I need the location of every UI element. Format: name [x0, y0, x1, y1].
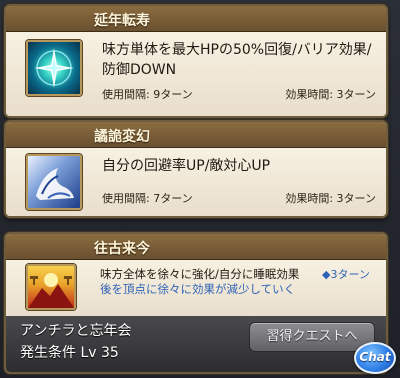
skill-card-1: 延年転寿 味方単体を最大HPの50%回復/バリア効果/ 防御DOWN 使用間隔:… — [4, 4, 388, 118]
skill-meta: 使用間隔: 7ターン 効果時間: 3ターン — [102, 190, 382, 208]
skill-card-body: 味方全体を徐々に強化/自分に睡眠効果 ◆3ターン 後を頂点に徐々に効果が減少して… — [6, 260, 386, 316]
skill-card-header: 譎詭変幻 — [6, 122, 386, 148]
turns-label: ◆3ターン — [322, 268, 370, 281]
skill-card-header: 延年転寿 — [6, 6, 386, 32]
quest-name: アンチラと忘年会 — [20, 323, 132, 339]
skill-description-line-2: 防御DOWN — [102, 62, 177, 78]
skill-card-header: 往古来今 — [6, 234, 386, 260]
skill-meta: 使用間隔: 9ターン 効果時間: 3ターン — [102, 86, 382, 104]
skill-title: 延年転寿 — [94, 13, 150, 29]
sparkle-star-icon — [26, 40, 82, 96]
skill-card-2: 譎詭変幻 自分の回避率UP/敵対心UP 使用間隔: 7ターン 効果時間: 3ター… — [4, 120, 388, 218]
skill-description-line-1: 味方単体を最大HPの50%回復/バリア効果/ — [102, 42, 372, 58]
cooldown-label: 使用間隔: 9ターン — [102, 88, 193, 101]
sunset-mountain-icon — [26, 264, 76, 310]
skill-description-line-2: 後を頂点に徐々に効果が減少していく — [100, 282, 296, 296]
duration-label: 効果時間: 3ターン — [285, 192, 376, 205]
skill-description: 味方単体を最大HPの50%回復/バリア効果/ 防御DOWN — [102, 40, 382, 80]
sunset-mountain-icon-graphic — [28, 273, 74, 308]
skill-title: 往古来今 — [94, 241, 150, 257]
go-to-quest-button[interactable]: 習得クエストへ — [249, 322, 375, 352]
skill-card-3: 往古来今 味方全体を徐々に強化/自分に睡眠効果 ◆3ターン 後を頂点に徐々に効果… — [4, 232, 388, 374]
quest-unlock-bar: アンチラと忘年会 発生条件 Lv 35 習得クエストへ — [6, 316, 386, 372]
unlock-condition: 発生条件 Lv 35 — [20, 345, 119, 361]
cooldown-label: 使用間隔: 7ターン — [102, 192, 193, 205]
evasion-shoe-icon — [26, 154, 82, 210]
skill-card-body: 味方単体を最大HPの50%回復/バリア効果/ 防御DOWN 使用間隔: 9ターン… — [6, 32, 386, 116]
skill-list-panel: 延年転寿 味方単体を最大HPの50%回復/バリア効果/ 防御DOWN 使用間隔:… — [0, 0, 400, 378]
chat-button-label: Chat — [359, 350, 391, 364]
skill-title: 譎詭変幻 — [94, 129, 150, 145]
evasion-shoe-icon-graphic — [36, 168, 74, 200]
sparkle-star-icon-graphic — [34, 48, 74, 88]
skill-description-line-1: 味方全体を徐々に強化/自分に睡眠効果 — [100, 267, 300, 281]
chat-button[interactable]: Chat — [354, 342, 396, 374]
duration-label: 効果時間: 3ターン — [285, 88, 376, 101]
skill-description: 自分の回避率UP/敵対心UP — [102, 158, 271, 174]
skill-card-body: 自分の回避率UP/敵対心UP 使用間隔: 7ターン 効果時間: 3ターン — [6, 148, 386, 216]
